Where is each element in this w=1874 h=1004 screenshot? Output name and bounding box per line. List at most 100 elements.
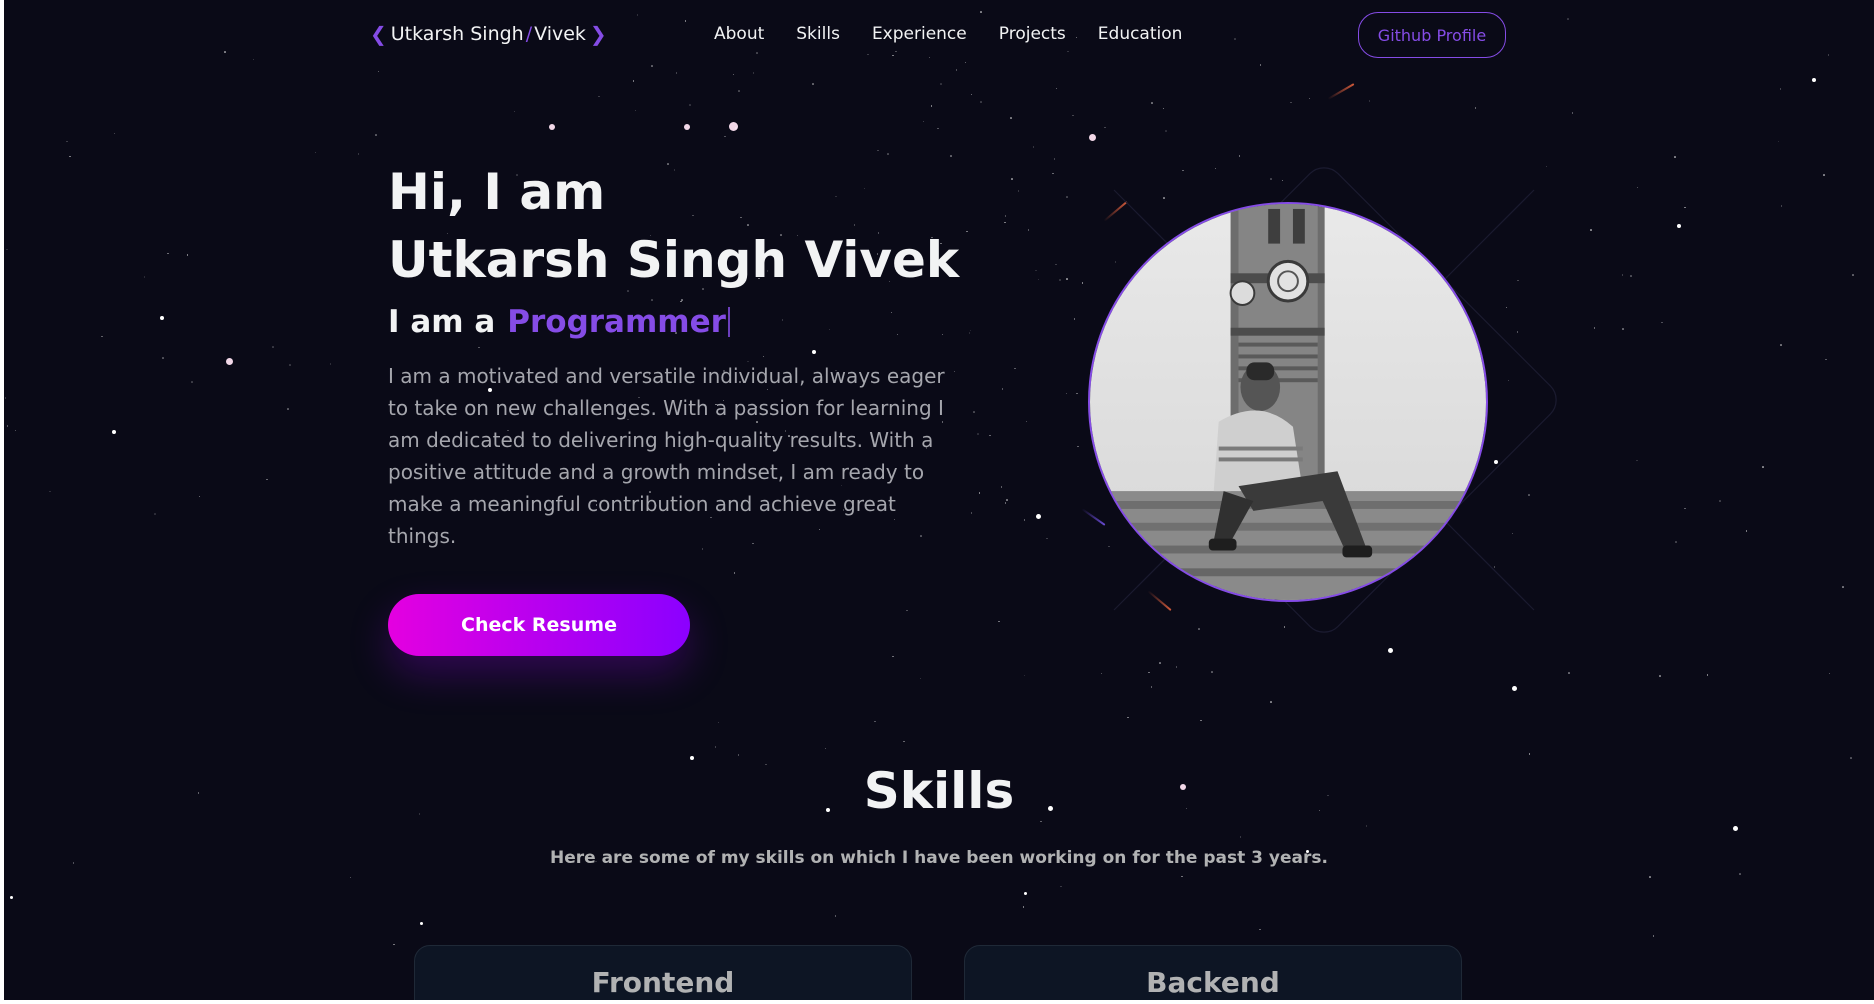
dust-star [1659,675,1661,677]
dust-star [272,346,274,348]
dust-star [287,408,289,410]
dust-star [513,110,516,113]
dust-star [1828,672,1831,675]
dust-star [887,153,889,155]
dust-star [66,140,68,143]
star [690,756,694,760]
dust-star [1636,186,1639,189]
star [1024,892,1027,895]
dust-star [375,134,377,136]
skill-card-backend: Backend [964,945,1462,1000]
dust-star [1762,466,1764,468]
typing-line: I am a Programmer [388,304,730,340]
dust-star [1010,117,1012,119]
hero-name: Utkarsh Singh Vivek [388,231,960,289]
typing-prefix: I am a [388,304,496,340]
logo-last-name: Vivek [534,23,586,45]
nav-link-experience[interactable]: Experience [872,24,967,44]
nav-link-projects[interactable]: Projects [999,24,1066,44]
dust-star [1745,530,1748,532]
dust-star [1151,102,1153,104]
dust-star [1055,263,1057,266]
dust-star [393,943,395,946]
dust-star [1023,519,1026,521]
dust-star [890,311,893,314]
dust-star [1368,100,1371,102]
dust-star [922,120,925,123]
dust-star [1290,101,1292,104]
skill-card-title: Frontend [591,966,735,999]
dust-star [1014,367,1016,370]
site-logo[interactable]: ❮ Utkarsh Singh / Vivek ❯ [370,22,607,46]
star [420,922,423,925]
dust-star [1779,88,1782,90]
hero-title: Hi, I am Utkarsh Singh Vivek [388,158,959,294]
dust-star [1649,876,1651,878]
typing-role: Programmer [507,304,726,340]
dust-star [329,363,332,365]
dust-star [598,95,600,98]
dust-star [1006,499,1008,501]
dust-star [1636,459,1638,462]
dust-star [733,572,736,574]
dust-star [970,512,973,514]
portfolio-page: ❮ Utkarsh Singh / Vivek ❯ About Skills E… [4,0,1874,1000]
dust-star [1593,327,1596,329]
skill-card-title: Backend [1146,966,1280,999]
dust-star [714,746,717,748]
dust-star [1474,107,1477,109]
dust-star [896,333,899,336]
dust-star [6,425,9,427]
dust-star [1850,757,1852,759]
dust-star [1046,537,1048,540]
dust-star [6,248,8,251]
dust-star [966,230,968,233]
check-resume-button[interactable]: Check Resume [388,594,690,656]
dust-star [1011,178,1013,180]
dust-star [113,132,116,135]
dust-star [877,149,879,152]
dust-star [812,83,814,85]
dust-star [314,151,317,154]
nav-link-about[interactable]: About [714,24,764,44]
dust-star [969,329,972,332]
skills-title: Skills [863,762,1015,820]
dust-star [1739,873,1741,875]
dust-star [1661,321,1663,324]
dust-star [978,492,981,494]
star [1512,686,1517,691]
dust-star [1175,666,1177,668]
dust-star [1684,507,1686,510]
github-profile-button[interactable]: Github Profile [1358,12,1506,58]
nav-link-education[interactable]: Education [1098,24,1183,44]
dust-star [940,83,942,85]
dust-star [1004,221,1006,224]
nav-links: About Skills Experience Projects Educati… [714,24,1182,44]
dust-star [824,747,827,750]
dust-star [651,299,653,301]
dust-star [1842,586,1844,588]
dust-star [1032,146,1035,148]
dust-star [1568,672,1570,674]
hero-description: I am a motivated and versatile individua… [388,364,945,548]
dust-star [968,332,971,334]
dust-star [1674,156,1676,158]
dust-star [1162,107,1165,110]
hero-greeting: Hi, I am [388,163,606,221]
dust-star [198,495,201,498]
dust-star [903,740,905,743]
dust-star [1027,229,1030,231]
dust-star [1823,174,1825,176]
dust-star [1675,541,1677,543]
dust-star [834,915,837,917]
dust-star [186,254,189,256]
star [1812,78,1816,82]
dust-star [1365,825,1368,827]
dust-star [1777,140,1780,143]
dust-star [1825,358,1827,361]
nav-link-skills[interactable]: Skills [796,24,840,44]
dust-star [1059,279,1061,281]
dust-star [1259,928,1261,931]
dust-star [1052,172,1054,175]
dust-star [998,620,1000,623]
